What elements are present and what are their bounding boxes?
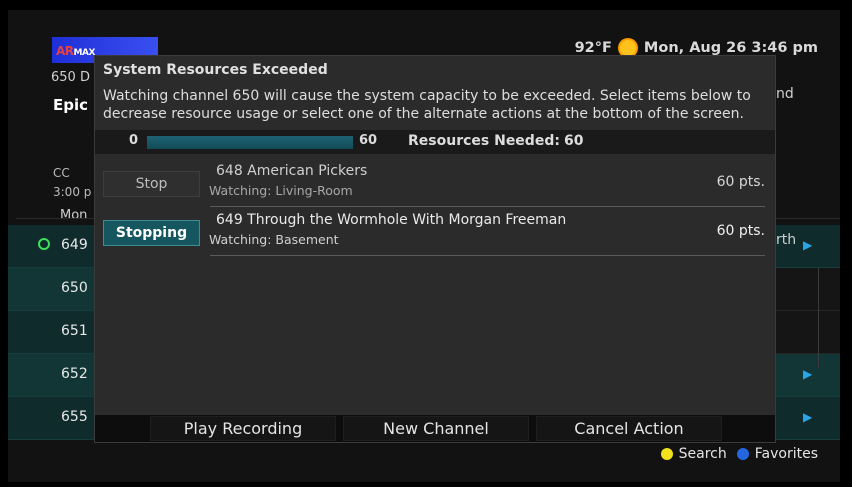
new-channel-button[interactable]: New Channel xyxy=(343,416,529,441)
cancel-action-button[interactable]: Cancel Action xyxy=(536,416,722,441)
meter-min: 0 xyxy=(129,133,139,148)
temperature: 92°F xyxy=(574,40,612,56)
item-divider xyxy=(210,255,765,256)
item-title: 648 American Pickers xyxy=(216,163,368,179)
meter-fill xyxy=(147,136,353,149)
cc-badge: CC xyxy=(53,166,70,180)
arrow-right-icon: ▶ xyxy=(803,410,813,424)
sun-icon xyxy=(619,40,636,56)
arrow-right-icon: ▶ xyxy=(803,238,813,252)
item-location: Watching: Living-Room xyxy=(209,183,353,198)
right-text-2: rth xyxy=(776,232,797,248)
guide-cell-empty xyxy=(774,311,840,354)
channel-number: 652 xyxy=(61,366,88,382)
channel-number: 650 xyxy=(61,280,88,296)
channel-number: 649 xyxy=(61,237,88,253)
guide-divider xyxy=(818,268,819,368)
item-divider xyxy=(210,206,765,207)
right-text-1: nd xyxy=(776,86,794,102)
guide-day: Mon xyxy=(60,208,88,223)
dialog-title: System Resources Exceeded xyxy=(103,62,328,78)
program-title: Epic xyxy=(53,96,89,114)
channel-number: 655 xyxy=(61,409,88,425)
stopping-button[interactable]: Stopping xyxy=(103,220,200,246)
status-bar: 92°F Mon, Aug 26 3:46 pm xyxy=(575,40,818,56)
date-time: Mon, Aug 26 3:46 pm xyxy=(643,40,818,56)
item-points: 60 pts. xyxy=(716,223,765,239)
play-recording-button[interactable]: Play Recording xyxy=(150,416,336,441)
item-title: 649 Through the Wormhole With Morgan Fre… xyxy=(216,212,567,228)
meter-max: 60 xyxy=(359,133,378,148)
item-location: Watching: Basement xyxy=(209,232,339,247)
meter-track xyxy=(147,136,353,149)
guide-cell-empty xyxy=(774,268,840,311)
dialog-message: Watching channel 650 will cause the syst… xyxy=(103,88,751,122)
color-key-legend: Search Favorites xyxy=(660,446,818,462)
arrow-right-icon: ▶ xyxy=(803,367,813,381)
item-points: 60 pts. xyxy=(716,174,765,190)
stop-button[interactable]: Stop xyxy=(103,171,200,197)
blue-dot-icon xyxy=(736,448,749,460)
dialog-action-bar: Play Recording New Channel Cancel Action xyxy=(95,415,775,442)
channel-number: 651 xyxy=(61,323,88,339)
resources-needed: Resources Needed: 60 xyxy=(408,133,584,149)
yellow-dot-icon xyxy=(660,448,673,460)
recording-item-649[interactable]: Stopping 649 Through the Wormhole With M… xyxy=(95,209,775,257)
program-time: 3:00 p xyxy=(53,185,92,199)
resource-meter: 0 60 Resources Needed: 60 xyxy=(95,130,775,154)
resources-dialog: System Resources Exceeded Watching chann… xyxy=(95,56,775,442)
channel-header: 650 D xyxy=(51,70,90,85)
search-hint[interactable]: Search xyxy=(679,446,727,462)
clock-icon xyxy=(38,238,50,250)
favorites-hint[interactable]: Favorites xyxy=(755,446,818,462)
tv-screen: ARMAX 92°F Mon, Aug 26 3:46 pm 650 D Epi… xyxy=(8,10,840,482)
recording-item-648[interactable]: Stop 648 American Pickers Watching: Livi… xyxy=(95,160,775,208)
